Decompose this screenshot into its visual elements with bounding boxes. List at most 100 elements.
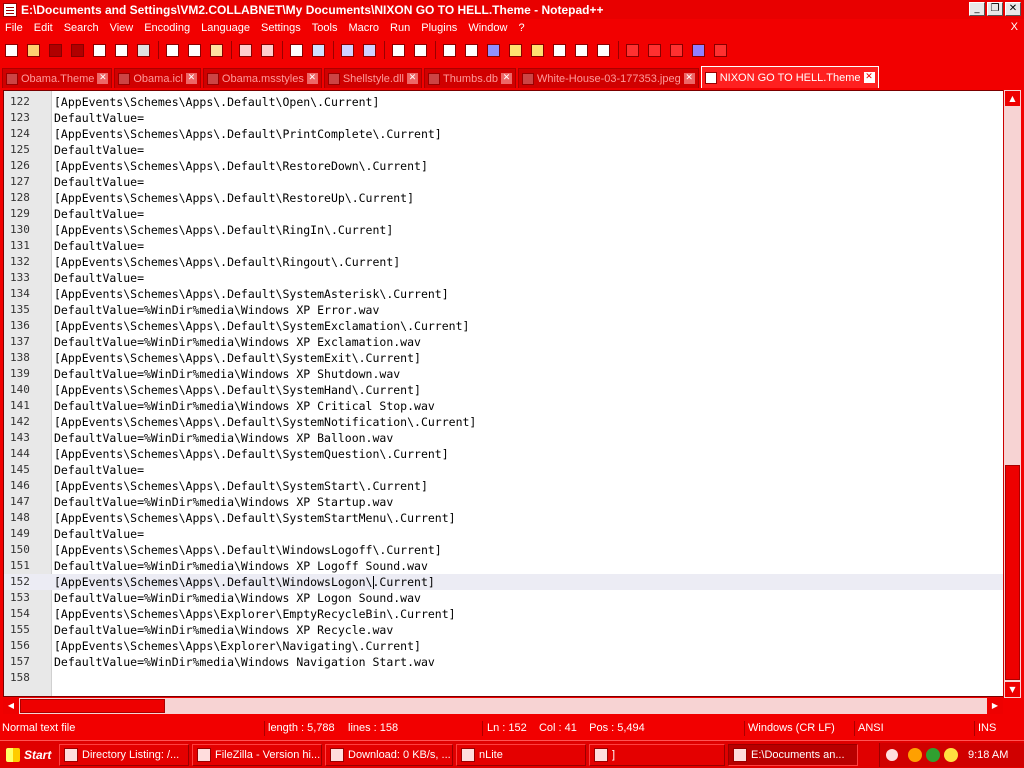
line-text[interactable]: DefaultValue=%WinDir%media\Windows XP Re… <box>52 622 393 638</box>
search-tray-icon[interactable] <box>944 748 958 762</box>
tab-close-icon[interactable]: ✕ <box>306 73 318 84</box>
save-macro-button[interactable] <box>711 41 730 60</box>
title-bar[interactable]: E:\Documents and Settings\VM2.COLLABNET\… <box>0 0 1024 19</box>
line-text[interactable]: [AppEvents\Schemes\Apps\.Default\SystemE… <box>52 350 421 366</box>
editor-line[interactable]: 134 [AppEvents\Schemes\Apps\.Default\Syst… <box>4 286 1004 302</box>
line-text[interactable]: [AppEvents\Schemes\Apps\.Default\RingIn\… <box>52 222 393 238</box>
line-text[interactable]: [AppEvents\Schemes\Apps\Explorer\EmptyRe… <box>52 606 456 622</box>
line-text[interactable]: DefaultValue= <box>52 526 144 542</box>
horizontal-scroll-thumb[interactable] <box>20 699 165 713</box>
save-all-button[interactable] <box>68 41 87 60</box>
print-button[interactable] <box>134 41 153 60</box>
editor-line[interactable]: 128 [AppEvents\Schemes\Apps\.Default\Rest… <box>4 190 1004 206</box>
paste-button[interactable] <box>207 41 226 60</box>
cut-button[interactable] <box>163 41 182 60</box>
line-text[interactable]: [AppEvents\Schemes\Apps\.Default\SystemS… <box>52 510 456 526</box>
editor-line[interactable]: 135 DefaultValue=%WinDir%media\Windows XP… <box>4 302 1004 318</box>
document-tab[interactable]: Obama.msstyles ✕ <box>202 68 322 88</box>
line-text[interactable]: DefaultValue= <box>52 270 144 286</box>
editor-line[interactable]: 158 <box>4 670 1004 686</box>
scroll-left-icon[interactable]: ◀ <box>3 698 19 714</box>
editor-line[interactable]: 149 DefaultValue= <box>4 526 1004 542</box>
menu-window[interactable]: Window <box>463 22 513 34</box>
menu-view[interactable]: View <box>105 22 140 34</box>
tab-close-icon[interactable]: ✕ <box>406 73 418 84</box>
find-button[interactable] <box>287 41 306 60</box>
line-text[interactable]: DefaultValue=%WinDir%media\Windows XP Cr… <box>52 398 435 414</box>
menu-run[interactable]: Run <box>385 22 416 34</box>
vertical-scroll-thumb[interactable] <box>1005 465 1020 680</box>
editor-line[interactable]: 152 [AppEvents\Schemes\Apps\.Default\Wind… <box>4 574 1004 590</box>
tab-close-icon[interactable]: ✕ <box>863 72 875 83</box>
editor-line[interactable]: 137 DefaultValue=%WinDir%media\Windows XP… <box>4 334 1004 350</box>
maximize-button[interactable]: ❐ <box>987 2 1003 16</box>
menu-settings[interactable]: Settings <box>256 22 307 34</box>
indent-guide-button[interactable] <box>484 41 503 60</box>
scroll-up-icon[interactable]: ▲ <box>1005 91 1020 106</box>
taskbar-button[interactable]: ] <box>589 743 725 766</box>
tab-close-icon[interactable]: ✕ <box>185 73 197 84</box>
line-text[interactable]: DefaultValue= <box>52 462 144 478</box>
sync-vertical-button[interactable] <box>389 41 408 60</box>
line-text[interactable]: [AppEvents\Schemes\Apps\.Default\PrintCo… <box>52 126 442 142</box>
line-text[interactable]: DefaultValue= <box>52 110 144 126</box>
network-tray-icon[interactable] <box>926 748 940 762</box>
line-text[interactable]: [AppEvents\Schemes\Apps\.Default\SystemE… <box>52 318 469 334</box>
scroll-right-icon[interactable]: ▶ <box>987 698 1003 714</box>
replace-button[interactable] <box>309 41 328 60</box>
editor-line[interactable]: 129 DefaultValue= <box>4 206 1004 222</box>
menu-help[interactable]: ? <box>513 22 530 34</box>
close-button[interactable]: ✕ <box>1005 2 1021 16</box>
line-text[interactable]: DefaultValue=%WinDir%media\Windows XP Ex… <box>52 334 421 350</box>
line-text[interactable]: DefaultValue= <box>52 174 144 190</box>
menu-encoding[interactable]: Encoding <box>139 22 196 34</box>
editor-line[interactable]: 125 DefaultValue= <box>4 142 1004 158</box>
document-tab[interactable]: White-House-03-177353.jpeg ✕ <box>518 68 699 88</box>
tab-close-icon[interactable]: ✕ <box>501 73 512 84</box>
line-text[interactable]: [AppEvents\Schemes\Apps\.Default\SystemH… <box>52 382 421 398</box>
editor-line[interactable]: 124 [AppEvents\Schemes\Apps\.Default\Prin… <box>4 126 1004 142</box>
editor-line[interactable]: 133 DefaultValue= <box>4 270 1004 286</box>
editor-line[interactable]: 122 [AppEvents\Schemes\Apps\.Default\Open… <box>4 94 1004 110</box>
firefox-tray-icon[interactable] <box>908 748 922 762</box>
tab-close-icon[interactable]: ✕ <box>683 73 695 84</box>
editor-line[interactable]: 132 [AppEvents\Schemes\Apps\.Default\Ring… <box>4 254 1004 270</box>
line-text[interactable]: DefaultValue=%WinDir%media\Windows XP Lo… <box>52 590 421 606</box>
editor-line[interactable]: 142 [AppEvents\Schemes\Apps\.Default\Syst… <box>4 414 1004 430</box>
monitoring-button[interactable] <box>594 41 613 60</box>
editor[interactable]: 122 [AppEvents\Schemes\Apps\.Default\Open… <box>3 90 1021 697</box>
line-text[interactable]: [AppEvents\Schemes\Apps\.Default\Open\.C… <box>52 94 379 110</box>
editor-line[interactable]: 127 DefaultValue= <box>4 174 1004 190</box>
editor-line[interactable]: 147 DefaultValue=%WinDir%media\Windows XP… <box>4 494 1004 510</box>
zoom-in-button[interactable] <box>338 41 357 60</box>
editor-line[interactable]: 155 DefaultValue=%WinDir%media\Windows XP… <box>4 622 1004 638</box>
start-button[interactable]: Start <box>1 743 56 767</box>
editor-line[interactable]: 136 [AppEvents\Schemes\Apps\.Default\Syst… <box>4 318 1004 334</box>
sync-horizontal-button[interactable] <box>411 41 430 60</box>
line-text[interactable]: DefaultValue=%WinDir%media\Windows XP Er… <box>52 302 379 318</box>
line-text[interactable]: [AppEvents\Schemes\Apps\.Default\SystemQ… <box>52 446 449 462</box>
close-file-button[interactable] <box>90 41 109 60</box>
editor-line[interactable]: 126 [AppEvents\Schemes\Apps\.Default\Rest… <box>4 158 1004 174</box>
document-tab[interactable]: Thumbs.db ✕ <box>423 68 516 88</box>
line-text[interactable]: DefaultValue= <box>52 238 144 254</box>
editor-line[interactable]: 150 [AppEvents\Schemes\Apps\.Default\Wind… <box>4 542 1004 558</box>
menu-tools[interactable]: Tools <box>307 22 344 34</box>
user-lang-button[interactable] <box>506 41 525 60</box>
editor-line[interactable]: 131 DefaultValue= <box>4 238 1004 254</box>
line-text[interactable]: DefaultValue=%WinDir%media\Windows XP Ba… <box>52 430 393 446</box>
close-document-icon[interactable]: X <box>1011 21 1018 33</box>
run-macro-multiple-button[interactable] <box>689 41 708 60</box>
editor-line[interactable]: 148 [AppEvents\Schemes\Apps\.Default\Syst… <box>4 510 1004 526</box>
show-all-chars-button[interactable] <box>462 41 481 60</box>
line-text[interactable]: [AppEvents\Schemes\Apps\.Default\Windows… <box>52 574 435 590</box>
line-text[interactable]: [AppEvents\Schemes\Apps\.Default\Ringout… <box>52 254 400 270</box>
editor-line[interactable]: 143 DefaultValue=%WinDir%media\Windows XP… <box>4 430 1004 446</box>
scroll-down-icon[interactable]: ▼ <box>1005 682 1020 697</box>
record-macro-button[interactable] <box>623 41 642 60</box>
document-tab[interactable]: Obama.icl ✕ <box>114 68 201 88</box>
taskbar-button[interactable]: Directory Listing: /... <box>59 743 189 766</box>
editor-line[interactable]: 139 DefaultValue=%WinDir%media\Windows XP… <box>4 366 1004 382</box>
editor-line[interactable]: 145 DefaultValue= <box>4 462 1004 478</box>
editor-line[interactable]: 156 [AppEvents\Schemes\Apps\Explorer\Navi… <box>4 638 1004 654</box>
